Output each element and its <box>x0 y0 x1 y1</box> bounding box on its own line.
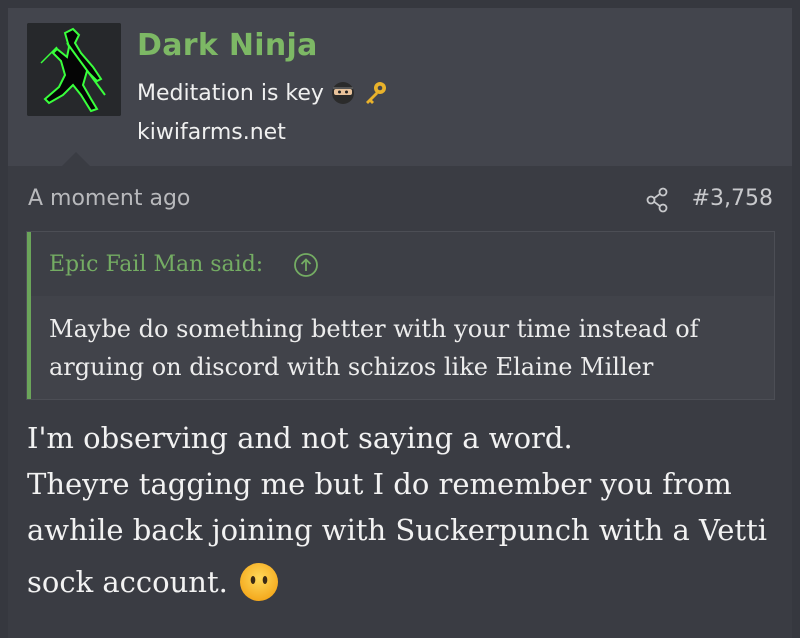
user-title-text: Meditation is key <box>137 80 324 106</box>
quote-text: Maybe do something better with your time… <box>49 315 699 381</box>
quote-block: Epic Fail Man said: Maybe do something b… <box>26 231 775 400</box>
post-body-last-row: sock account. <box>27 559 787 605</box>
user-header <box>8 8 792 166</box>
share-icon[interactable] <box>645 187 669 213</box>
post-body-line: Theyre tagging me but I do remember you … <box>27 467 732 501</box>
post-body-line: I'm observing and not saying a word. <box>27 421 573 455</box>
key-emoji-icon <box>365 82 386 104</box>
ninja-avatar-image <box>27 23 121 116</box>
post-timestamp[interactable]: A moment ago <box>28 186 190 211</box>
post-body: I'm observing and not saying a word. The… <box>27 415 787 605</box>
avatar[interactable] <box>27 23 121 116</box>
user-site: kiwifarms.net <box>137 120 286 145</box>
no-mouth-face-emoji-icon <box>239 563 278 601</box>
username[interactable]: Dark Ninja <box>137 28 318 63</box>
ninja-emoji-icon <box>331 82 354 104</box>
message-arrow <box>62 152 90 166</box>
post-body-line: sock account. <box>27 565 228 599</box>
quote-header: Epic Fail Man said: <box>31 232 774 296</box>
post-body-line: awhile back joining with Suckerpunch wit… <box>27 513 768 547</box>
quote-author-link[interactable]: Epic Fail Man said: <box>49 252 263 277</box>
arrow-up-circle-icon[interactable] <box>293 252 319 278</box>
user-title: Meditation is key <box>137 80 388 106</box>
post-number-link[interactable]: #3,758 <box>692 186 773 211</box>
